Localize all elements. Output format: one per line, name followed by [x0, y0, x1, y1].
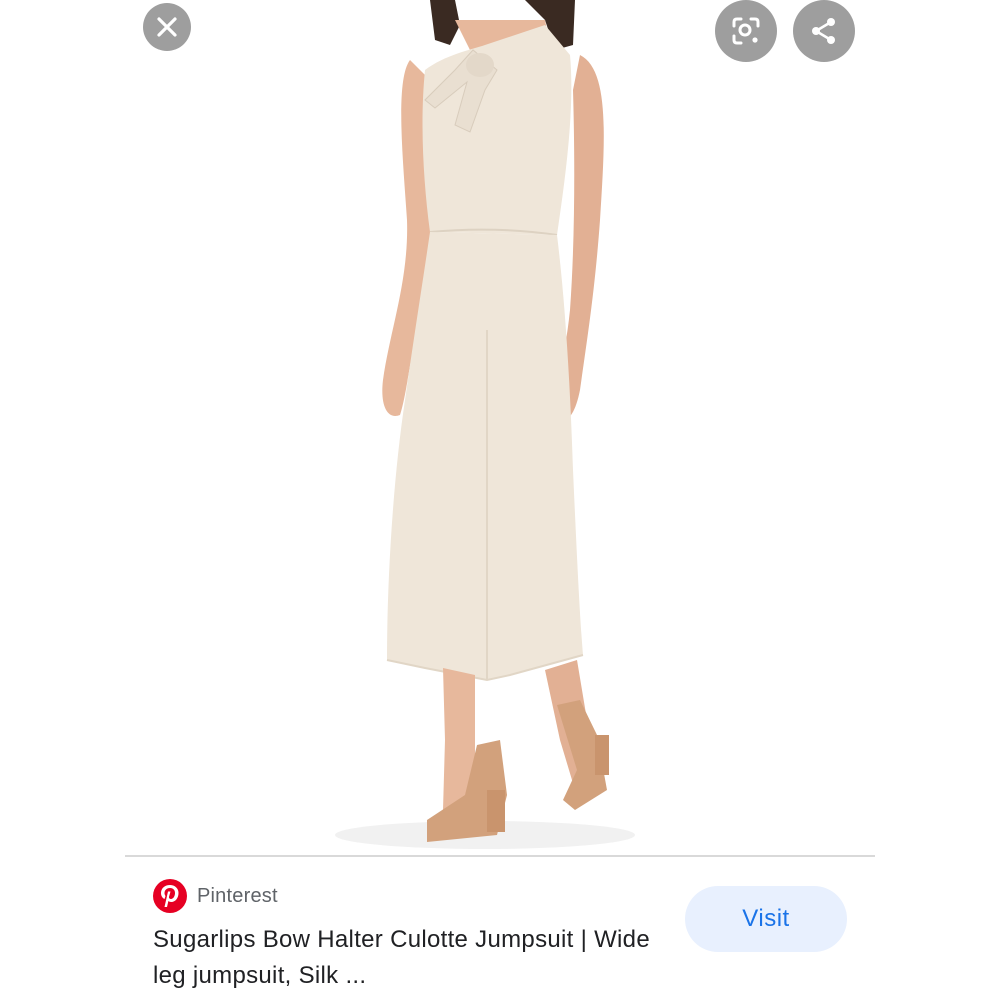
result-title[interactable]: Sugarlips Bow Halter Culotte Jumpsuit | … [153, 922, 653, 994]
pinterest-logo-icon [153, 879, 187, 913]
result-source[interactable]: Pinterest [153, 878, 278, 914]
close-icon [157, 17, 177, 37]
divider [125, 855, 875, 857]
visit-button[interactable]: Visit [685, 886, 847, 952]
close-button[interactable] [143, 3, 191, 51]
source-name: Pinterest [197, 884, 278, 907]
image-result-page: Pinterest Sugarlips Bow Halter Culotte J… [0, 0, 1000, 1000]
result-image[interactable] [125, 0, 875, 855]
share-button[interactable] [793, 0, 855, 62]
lens-search-button[interactable] [715, 0, 777, 62]
share-icon [812, 18, 835, 44]
lens-search-icon [732, 17, 760, 45]
